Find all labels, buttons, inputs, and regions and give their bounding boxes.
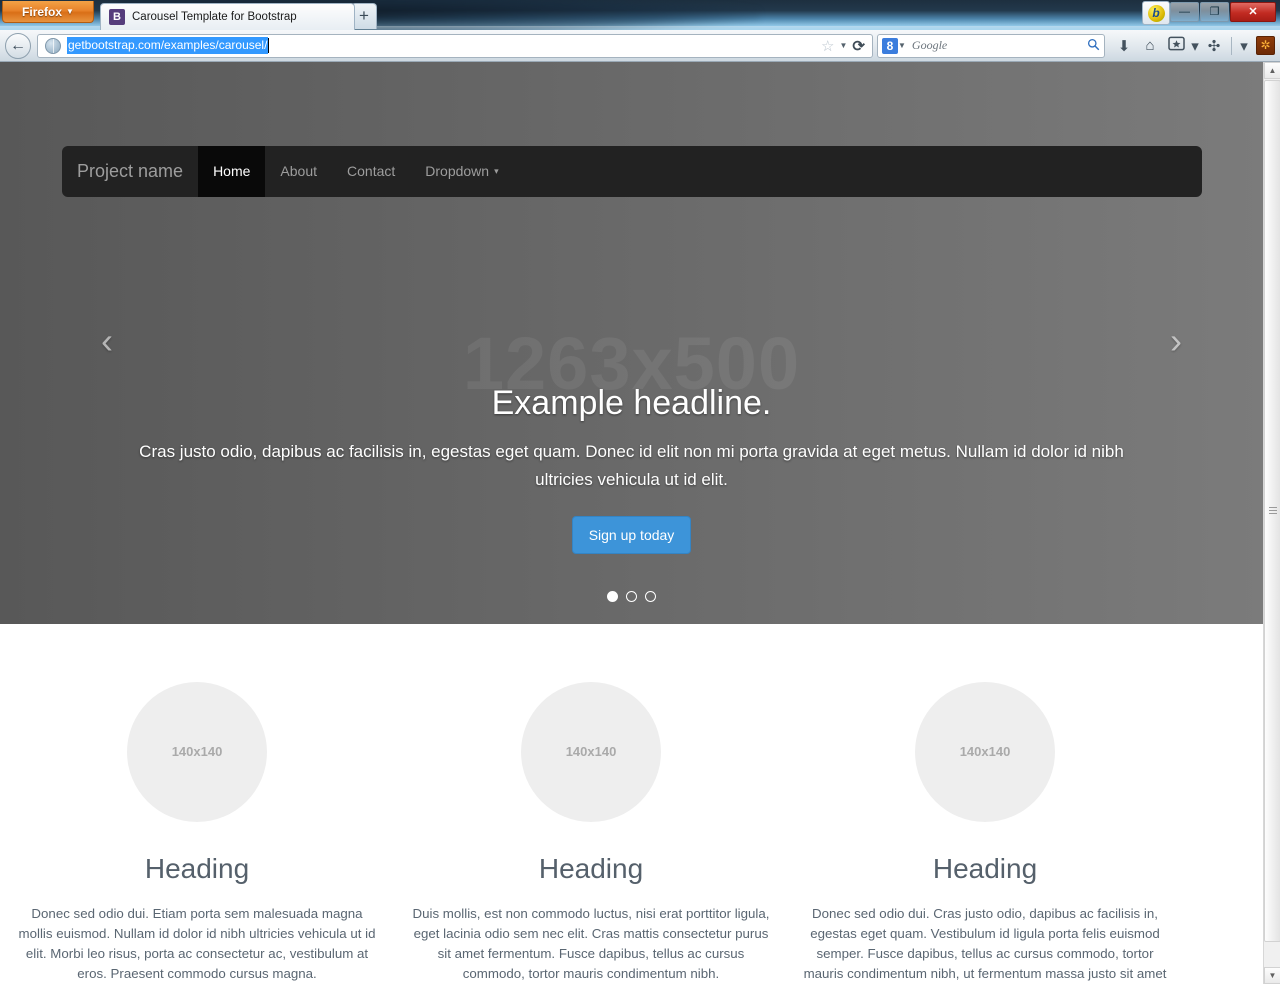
chevron-down-icon: ▼ <box>66 7 74 16</box>
page-viewport: 1263x500 Example headline. Cras justo od… <box>0 62 1280 984</box>
image-placeholder: 140x140 <box>127 682 267 822</box>
carousel-indicator-3[interactable] <box>645 591 656 602</box>
carousel-body-text: Cras justo odio, dapibus ac facilisis in… <box>139 442 1124 489</box>
column-body-text: Donec sed odio dui. Cras justo odio, dap… <box>803 906 1167 981</box>
web-page-content: 1263x500 Example headline. Cras justo od… <box>0 62 1263 984</box>
nav-item-about[interactable]: About <box>265 146 332 197</box>
google-search-icon: 8 <box>882 37 898 54</box>
window-controls: — ❐ ✕ <box>1170 2 1276 22</box>
customize-icon[interactable]: ✲ <box>1256 36 1275 55</box>
scroll-down-icon[interactable]: ▼ <box>1264 967 1280 984</box>
marketing-row: 140x140 Heading Donec sed odio dui. Etia… <box>0 624 1263 984</box>
overflow-chevron-down-icon[interactable]: ▾ <box>1236 37 1252 55</box>
marketing-column: 140x140 Heading Duis mollis, est non com… <box>394 682 788 984</box>
column-body-text: Donec sed odio dui. Etiam porta sem male… <box>18 906 376 981</box>
bookmark-star-icon[interactable]: ☆ <box>821 37 834 55</box>
maximize-button[interactable]: ❐ <box>1200 2 1229 22</box>
column-heading: Heading <box>538 853 644 884</box>
text-cursor <box>268 38 270 53</box>
minimize-button[interactable]: — <box>1170 2 1199 22</box>
search-input[interactable]: Google <box>912 38 947 53</box>
close-button[interactable]: ✕ <box>1230 2 1276 22</box>
tab-title: Carousel Template for Bootstrap <box>132 11 297 23</box>
url-bar[interactable]: getbootstrap.com/examples/carousel/ ☆ ▼ … <box>37 33 873 58</box>
carousel-indicator-2[interactable] <box>626 591 637 602</box>
home-icon[interactable]: ⌂ <box>1137 37 1163 54</box>
carousel-headline: Example headline. <box>491 384 772 422</box>
image-placeholder: 140x140 <box>915 682 1055 822</box>
site-navbar: Project name Home About Contact Dropdown… <box>62 146 1202 197</box>
scrollbar-grip-icon <box>1269 507 1277 515</box>
search-icon[interactable] <box>1087 38 1100 54</box>
sign-up-today-button[interactable]: Sign up today <box>571 516 692 554</box>
scroll-up-icon[interactable]: ▲ <box>1264 62 1280 79</box>
carousel-caption: Example headline. Cras justo odio, dapib… <box>112 382 1152 554</box>
url-input[interactable]: getbootstrap.com/examples/carousel/ <box>67 37 269 54</box>
column-body-text: Duis mollis, est non commodo luctus, nis… <box>412 906 770 981</box>
carousel-indicators <box>592 591 672 602</box>
navbar-brand[interactable]: Project name <box>62 146 198 197</box>
addon-icon[interactable]: ✣ <box>1201 37 1227 55</box>
column-heading: Heading <box>144 853 250 884</box>
url-bar-actions: ☆ ▼ ⟳ <box>821 37 869 55</box>
browser-toolbar: ← getbootstrap.com/examples/carousel/ ☆ … <box>0 30 1280 62</box>
chevron-down-icon[interactable]: ▼ <box>898 41 906 50</box>
nav-item-home[interactable]: Home <box>198 146 266 197</box>
chevron-down-icon[interactable]: ▼ <box>840 41 848 50</box>
downloads-icon[interactable]: ⬇ <box>1111 37 1137 55</box>
image-placeholder: 140x140 <box>521 682 661 822</box>
carousel-indicator-1[interactable] <box>607 591 618 602</box>
search-bar[interactable]: 8 ▼ Google <box>877 33 1105 58</box>
marketing-column: 140x140 Heading Donec sed odio dui. Etia… <box>0 682 394 984</box>
chevron-down-icon: ▾ <box>494 166 499 176</box>
firefox-menu-label: Firefox <box>22 5 63 19</box>
toolbar-divider <box>1231 36 1232 55</box>
nav-item-contact[interactable]: Contact <box>332 146 410 197</box>
scrollbar-thumb[interactable] <box>1264 80 1280 942</box>
bookmarks-chevron-down-icon[interactable]: ▾ <box>1189 37 1201 55</box>
browser-tab[interactable]: B Carousel Template for Bootstrap <box>100 3 355 30</box>
bing-icon: b <box>1147 5 1165 22</box>
back-button-icon[interactable]: ← <box>5 32 31 59</box>
reload-icon[interactable]: ⟳ <box>852 37 865 55</box>
column-heading: Heading <box>932 853 1038 884</box>
nav-item-dropdown-label: Dropdown <box>425 163 490 179</box>
bing-button[interactable]: b <box>1142 1 1170 25</box>
page-scrollbar[interactable]: ▲ ▼ <box>1263 62 1280 984</box>
nav-item-dropdown[interactable]: Dropdown ▾ <box>410 146 513 197</box>
carousel-next-icon[interactable]: › <box>1154 321 1198 365</box>
marketing-column: 140x140 Heading Donec sed odio dui. Cras… <box>788 682 1182 984</box>
globe-icon <box>45 37 61 54</box>
carousel-prev-icon[interactable]: ‹ <box>85 321 129 365</box>
bootstrap-favicon-icon: B <box>109 9 125 25</box>
bookmarks-icon[interactable] <box>1163 36 1189 55</box>
firefox-menu-button[interactable]: Firefox ▼ <box>2 1 94 23</box>
window-titlebar: Firefox ▼ B Carousel Template for Bootstr… <box>0 0 1280 30</box>
